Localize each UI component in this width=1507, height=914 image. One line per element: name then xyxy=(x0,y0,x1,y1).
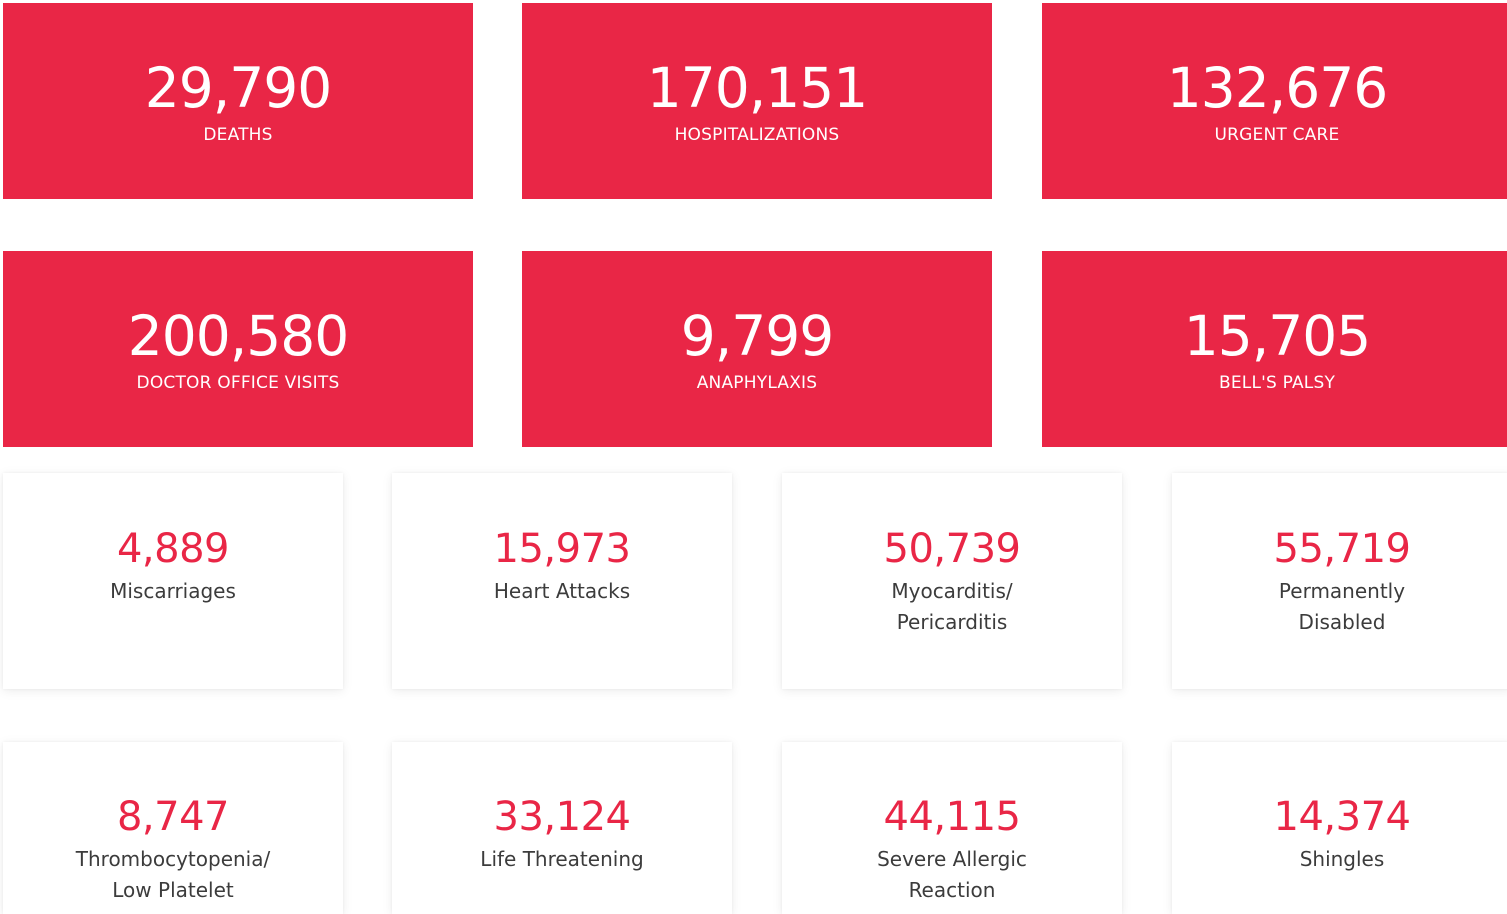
stat-card-thrombocytopenia: 8,747 Thrombocytopenia/ Low Platelet xyxy=(3,742,343,914)
stats-dashboard: 29,790 DEATHS 170,151 HOSPITALIZATIONS 1… xyxy=(0,0,1507,914)
stat-label-line1: Miscarriages xyxy=(110,579,236,603)
stat-value: 8,747 xyxy=(116,794,230,840)
stat-label-line1: Severe Allergic xyxy=(877,847,1027,871)
stat-value: 9,799 xyxy=(680,304,834,368)
stat-value: 14,374 xyxy=(1273,794,1411,840)
stat-value: 200,580 xyxy=(127,304,349,368)
stat-value: 33,124 xyxy=(493,794,631,840)
stat-card-shingles: 14,374 Shingles xyxy=(1172,742,1507,914)
stat-label: DEATHS xyxy=(203,125,273,145)
stat-label-line1: Thrombocytopenia/ xyxy=(75,847,271,871)
stat-value: 29,790 xyxy=(144,56,332,120)
stat-label-line2: Disabled xyxy=(1298,610,1386,634)
stat-label: ANAPHYLAXIS xyxy=(696,373,818,393)
stat-value: 50,739 xyxy=(883,526,1021,572)
stat-card-miscarriages: 4,889 Miscarriages xyxy=(3,473,343,689)
stat-label-line1: Myocarditis/ xyxy=(891,579,1013,603)
stat-label: URGENT CARE xyxy=(1214,125,1340,145)
stat-label-line1: Permanently xyxy=(1278,579,1406,603)
stat-card-life-threatening: 33,124 Life Threatening xyxy=(392,742,732,914)
stat-label-line2: Pericarditis xyxy=(896,610,1008,634)
stat-card-severe-allergic-reaction: 44,115 Severe Allergic Reaction xyxy=(782,742,1122,914)
stat-label-line2: Reaction xyxy=(908,878,996,902)
stat-card-myocarditis: 50,739 Myocarditis/ Pericarditis xyxy=(782,473,1122,689)
stat-card-heart-attacks: 15,973 Heart Attacks xyxy=(392,473,732,689)
stat-value: 15,973 xyxy=(493,526,631,572)
stat-label: BELL'S PALSY xyxy=(1218,373,1336,393)
stat-label-line1: Life Threatening xyxy=(480,847,644,871)
stat-card-bells-palsy: 15,705 BELL'S PALSY xyxy=(1042,251,1507,447)
stat-label-line1: Heart Attacks xyxy=(493,579,631,603)
stat-card-deaths: 29,790 DEATHS xyxy=(3,3,473,199)
stat-card-doctor-office-visits: 200,580 DOCTOR OFFICE VISITS xyxy=(3,251,473,447)
stat-value: 4,889 xyxy=(116,526,230,572)
stat-label: DOCTOR OFFICE VISITS xyxy=(136,373,340,393)
stat-label-line1: Shingles xyxy=(1299,847,1385,871)
stat-value: 132,676 xyxy=(1166,56,1388,120)
stat-card-anaphylaxis: 9,799 ANAPHYLAXIS xyxy=(522,251,992,447)
stat-label-line2: Low Platelet xyxy=(112,878,234,902)
stat-value: 44,115 xyxy=(883,794,1021,840)
stat-value: 55,719 xyxy=(1273,526,1411,572)
stat-value: 170,151 xyxy=(646,56,868,120)
stat-value: 15,705 xyxy=(1183,304,1371,368)
stat-label: HOSPITALIZATIONS xyxy=(674,125,840,145)
stat-card-hospitalizations: 170,151 HOSPITALIZATIONS xyxy=(522,3,992,199)
stat-card-permanently-disabled: 55,719 Permanently Disabled xyxy=(1172,473,1507,689)
stat-card-urgent-care: 132,676 URGENT CARE xyxy=(1042,3,1507,199)
